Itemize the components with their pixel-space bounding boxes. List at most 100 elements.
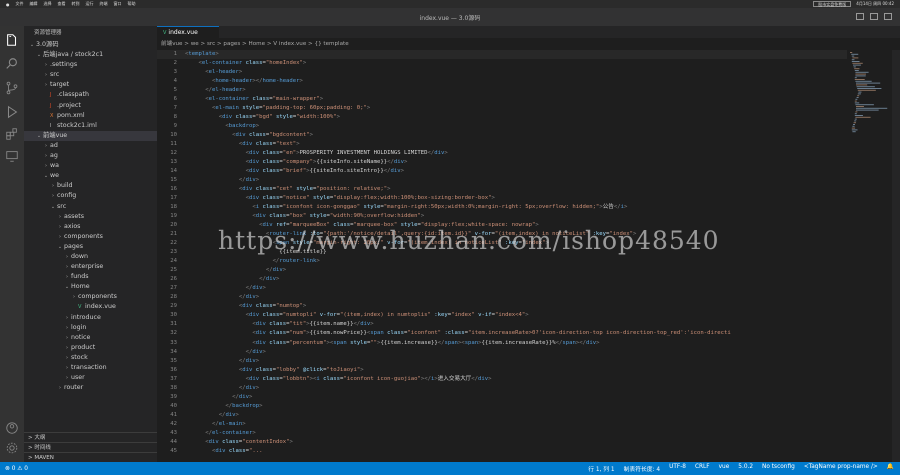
tree-folder[interactable]: › router — [24, 383, 157, 393]
tree-file[interactable]: J .classpath — [24, 90, 157, 100]
sidebar-section-header[interactable]: > 时间线 — [24, 442, 157, 452]
code-line[interactable]: 25 </div> — [157, 266, 847, 275]
code-line[interactable]: 18 <i class="iconfont icon-gonggao" styl… — [157, 203, 847, 212]
menu-item[interactable]: 查看 — [58, 1, 66, 7]
code-line[interactable]: 15 </div> — [157, 176, 847, 185]
code-line[interactable]: 5 </el-header> — [157, 86, 847, 95]
status-item[interactable]: UTF-8 — [669, 464, 686, 473]
code-line[interactable]: 34 </div> — [157, 348, 847, 357]
code-line[interactable]: 10 <div class="bgdcontent"> — [157, 131, 847, 140]
tree-folder[interactable]: › enterprise — [24, 262, 157, 272]
toggle-layout-icon[interactable] — [884, 13, 892, 20]
vertical-scrollbar[interactable] — [892, 50, 900, 462]
tree-folder[interactable]: › user — [24, 373, 157, 383]
toggle-sidebar-icon[interactable] — [856, 13, 864, 20]
code-line[interactable]: 9 <backdrop> — [157, 122, 847, 131]
app-status-pill[interactable]: 股市实盘免费版 — [813, 1, 852, 7]
tree-folder[interactable]: ⌄ 前端vue — [24, 130, 157, 141]
sidebar-section-header[interactable]: > MAVEN — [24, 452, 157, 462]
code-line[interactable]: 13 <div class="company">{{siteInfo.siteN… — [157, 158, 847, 167]
menu-item[interactable]: 文件 — [16, 1, 24, 7]
tree-folder[interactable]: › introduce — [24, 313, 157, 323]
tree-folder[interactable]: › wa — [24, 161, 157, 171]
code-line[interactable]: 20 <div ref="marqueeBox" class="marquee-… — [157, 221, 847, 230]
code-line[interactable]: 45 <div class="... — [157, 447, 847, 456]
tree-folder[interactable]: › .settings — [24, 60, 157, 70]
code-line[interactable]: 2 <el-container class="homeIndex"> — [157, 59, 847, 68]
code-line[interactable]: 28 </div> — [157, 293, 847, 302]
code-line[interactable]: 19 <div class="box" style="width:90%;ove… — [157, 212, 847, 221]
tree-folder[interactable]: › src — [24, 70, 157, 80]
tree-folder[interactable]: ⌄ src — [24, 202, 157, 212]
code-line[interactable]: 31 <div class="tit">{{item.name}}</div> — [157, 320, 847, 329]
tree-folder[interactable]: › product — [24, 343, 157, 353]
code-line[interactable]: 44 <div class="contentIndox"> — [157, 438, 847, 447]
tree-folder[interactable]: ⌄ we — [24, 171, 157, 181]
source-control-icon[interactable] — [5, 80, 19, 95]
tree-folder[interactable]: › stock — [24, 353, 157, 363]
code-line[interactable]: 41 </div> — [157, 411, 847, 420]
code-line[interactable]: 38 </div> — [157, 384, 847, 393]
code-line[interactable]: 16 <div class="cet" style="position: rel… — [157, 185, 847, 194]
minimap[interactable] — [848, 50, 892, 462]
status-item[interactable]: CRLF — [695, 464, 710, 473]
tree-folder[interactable]: › config — [24, 191, 157, 201]
tree-folder[interactable]: › notice — [24, 333, 157, 343]
problems-indicator[interactable]: ⊗ 0 ⚠ 0 — [5, 466, 28, 472]
tree-file[interactable]: Istock2c1.iml — [24, 121, 157, 131]
menu-item[interactable]: 转到 — [72, 1, 80, 7]
tree-folder[interactable]: › ag — [24, 151, 157, 161]
status-item[interactable]: No tsconfig — [762, 464, 795, 473]
code-line[interactable]: 27 </div> — [157, 284, 847, 293]
menu-item[interactable]: 选择 — [44, 1, 52, 7]
code-line[interactable]: 30 <div class="numtopli" v-for="(item,in… — [157, 311, 847, 320]
code-line[interactable]: 14 <div class="brief">{{siteInfo.siteInt… — [157, 167, 847, 176]
status-item[interactable]: 行 1, 列 1 — [588, 464, 614, 473]
code-line[interactable]: 7 <el-main style="padding-top: 60px;padd… — [157, 104, 847, 113]
account-icon[interactable] — [5, 420, 19, 434]
extensions-icon[interactable] — [5, 126, 19, 140]
tree-folder[interactable]: › funds — [24, 272, 157, 282]
notifications-bell-icon[interactable]: 🔔 — [887, 464, 894, 473]
code-line[interactable]: 33 <div class="percentum"><span style=""… — [157, 339, 847, 348]
code-line[interactable]: 37 <div class="lobbtn"><i class="iconfon… — [157, 375, 847, 384]
tree-folder[interactable]: › target — [24, 80, 157, 90]
code-line[interactable]: 12 <div class="en">PROSPERITY INVESTMENT… — [157, 149, 847, 158]
search-icon[interactable] — [5, 56, 19, 70]
tree-folder[interactable]: ⌄ 后端java / stock2c1 — [24, 50, 157, 60]
tree-folder[interactable]: ⌄ Home — [24, 282, 157, 292]
menu-item[interactable]: 帮助 — [128, 1, 136, 7]
code-line[interactable]: 1 <template> — [157, 50, 847, 60]
code-line[interactable]: 8 <div class="bgd" style="width:100%"> — [157, 113, 847, 122]
toggle-panel-icon[interactable] — [870, 13, 878, 20]
code-line[interactable]: 21 <router-link :to="{path:'/notice/deta… — [157, 230, 847, 239]
tree-folder[interactable]: › build — [24, 181, 157, 191]
tree-folder[interactable]: › down — [24, 252, 157, 262]
run-debug-icon[interactable] — [5, 104, 19, 119]
code-line[interactable]: 42 </el-main> — [157, 420, 847, 429]
code-line[interactable]: 43 </el-container> — [157, 429, 847, 438]
code-line[interactable]: 36 <div class="lobby" @click="toJiaoyi"> — [157, 366, 847, 375]
code-line[interactable]: 4 <home-header></home-header> — [157, 77, 847, 86]
code-line[interactable]: 35 </div> — [157, 357, 847, 366]
apple-icon[interactable]: ● — [6, 2, 10, 7]
tree-folder[interactable]: › components — [24, 292, 157, 302]
menu-item[interactable]: 编辑 — [30, 1, 38, 7]
menu-item[interactable]: 终端 — [100, 1, 108, 7]
tree-folder[interactable]: › ad — [24, 141, 157, 151]
remote-explorer-icon[interactable] — [5, 148, 19, 162]
tree-file[interactable]: J .project — [24, 101, 157, 111]
tree-file[interactable]: Vindex.vue — [24, 302, 157, 312]
status-item[interactable]: 5.0.2 — [738, 464, 753, 473]
code-line[interactable]: 26 </div> — [157, 275, 847, 284]
settings-gear-icon[interactable] — [5, 440, 19, 454]
sidebar-section-header[interactable]: > 大纲 — [24, 432, 157, 442]
code-line[interactable]: 32 <div class="num">{{item.nowPrice}}<sp… — [157, 329, 847, 338]
code-line[interactable]: 29 <div class="numtop"> — [157, 302, 847, 311]
code-line[interactable]: 24 </router-link> — [157, 257, 847, 266]
status-item[interactable]: vue — [719, 464, 730, 473]
status-item[interactable]: 制表符长度: 4 — [624, 464, 660, 473]
menu-item[interactable]: 窗口 — [114, 1, 122, 7]
tree-folder[interactable]: › login — [24, 323, 157, 333]
menu-item[interactable]: 运行 — [86, 1, 94, 7]
